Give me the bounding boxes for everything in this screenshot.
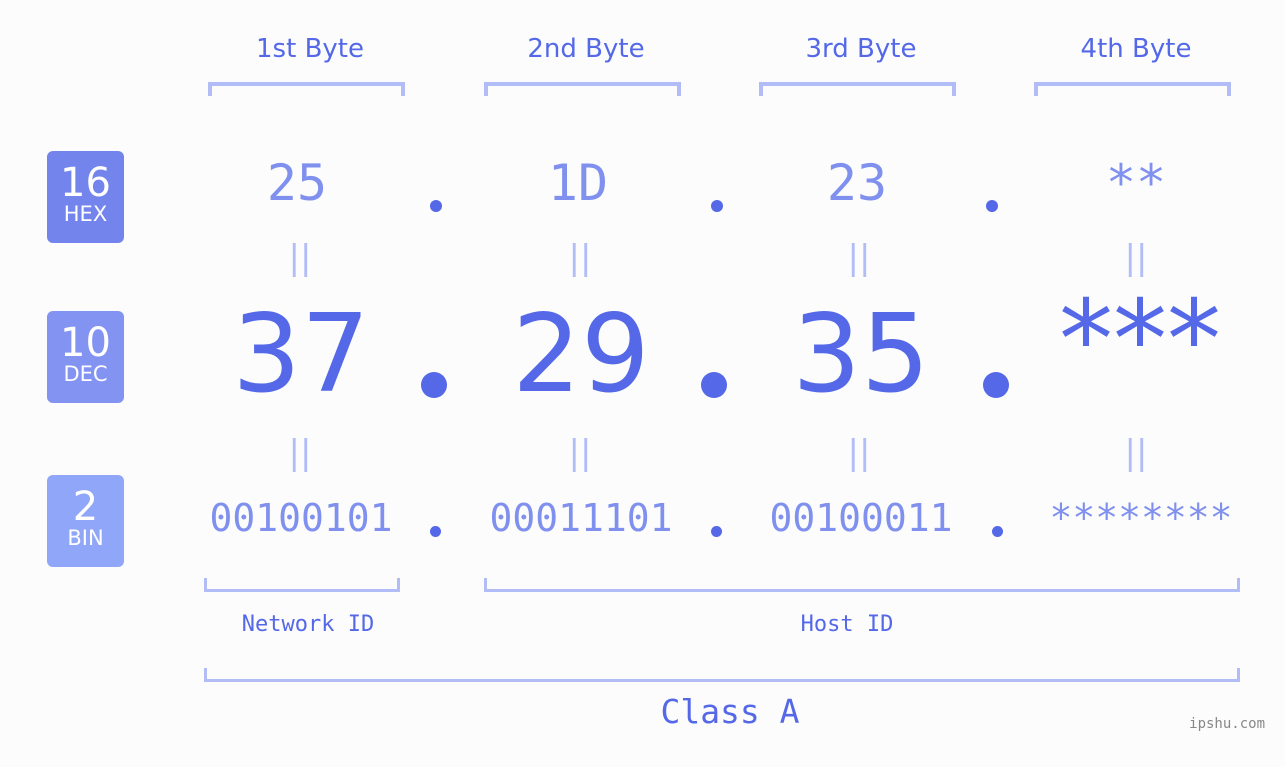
network-id-bracket: [204, 578, 400, 592]
hex-octet-2: 1D: [547, 154, 609, 212]
bin-octet-2: 00011101: [489, 496, 673, 540]
bin-dot-3: [992, 526, 1003, 537]
byte-header-3: 3rd Byte: [805, 34, 917, 64]
equals-dec-bin-4: ||: [1124, 433, 1148, 473]
dec-octet-3: 35: [792, 292, 930, 417]
hex-octet-1: 25: [266, 154, 328, 212]
dec-badge-number: 10: [60, 320, 111, 366]
byte-bracket-1: [208, 82, 405, 96]
byte-header-2: 2nd Byte: [527, 34, 645, 64]
class-label: Class A: [660, 692, 800, 731]
bin-badge-number: 2: [72, 484, 99, 530]
bin-octet-3: 00100011: [769, 496, 953, 540]
hex-octet-3: 23: [826, 154, 888, 212]
dec-dot-3: [983, 372, 1009, 398]
equals-hex-dec-4: ||: [1124, 238, 1148, 278]
bin-octet-4: ********: [1049, 496, 1233, 540]
dec-dot-2: [701, 372, 727, 398]
equals-dec-bin-3: ||: [847, 433, 871, 473]
bin-badge: 2 BIN: [47, 475, 124, 567]
bin-badge-label: BIN: [67, 526, 104, 550]
bin-octet-1: 00100101: [209, 496, 393, 540]
dec-badge: 10 DEC: [47, 311, 124, 403]
equals-dec-bin-1: ||: [288, 433, 312, 473]
dec-octet-1: 37: [232, 292, 370, 417]
hex-badge-number: 16: [60, 160, 111, 206]
equals-dec-bin-2: ||: [568, 433, 592, 473]
byte-bracket-2: [484, 82, 681, 96]
hex-octet-4: **: [1105, 154, 1167, 212]
hex-badge: 16 HEX: [47, 151, 124, 243]
class-bracket: [204, 668, 1240, 682]
hex-dot-3: [986, 200, 998, 212]
equals-hex-dec-3: ||: [847, 238, 871, 278]
dec-dot-1: [421, 372, 447, 398]
byte-bracket-4: [1034, 82, 1231, 96]
byte-header-4: 4th Byte: [1080, 34, 1192, 64]
dec-octet-2: 29: [512, 292, 650, 417]
dec-octet-4: ***: [1059, 278, 1221, 403]
byte-header-1: 1st Byte: [256, 34, 364, 64]
watermark: ipshu.com: [1189, 716, 1265, 732]
network-id-label: Network ID: [241, 612, 375, 637]
byte-bracket-3: [759, 82, 956, 96]
host-id-label: Host ID: [800, 612, 894, 637]
bin-dot-2: [711, 526, 722, 537]
hex-badge-label: HEX: [63, 202, 108, 226]
equals-hex-dec-2: ||: [568, 238, 592, 278]
host-id-bracket: [484, 578, 1240, 592]
hex-dot-1: [430, 200, 442, 212]
dec-badge-label: DEC: [63, 362, 108, 386]
hex-dot-2: [711, 200, 723, 212]
bin-dot-1: [430, 526, 441, 537]
equals-hex-dec-1: ||: [288, 238, 312, 278]
